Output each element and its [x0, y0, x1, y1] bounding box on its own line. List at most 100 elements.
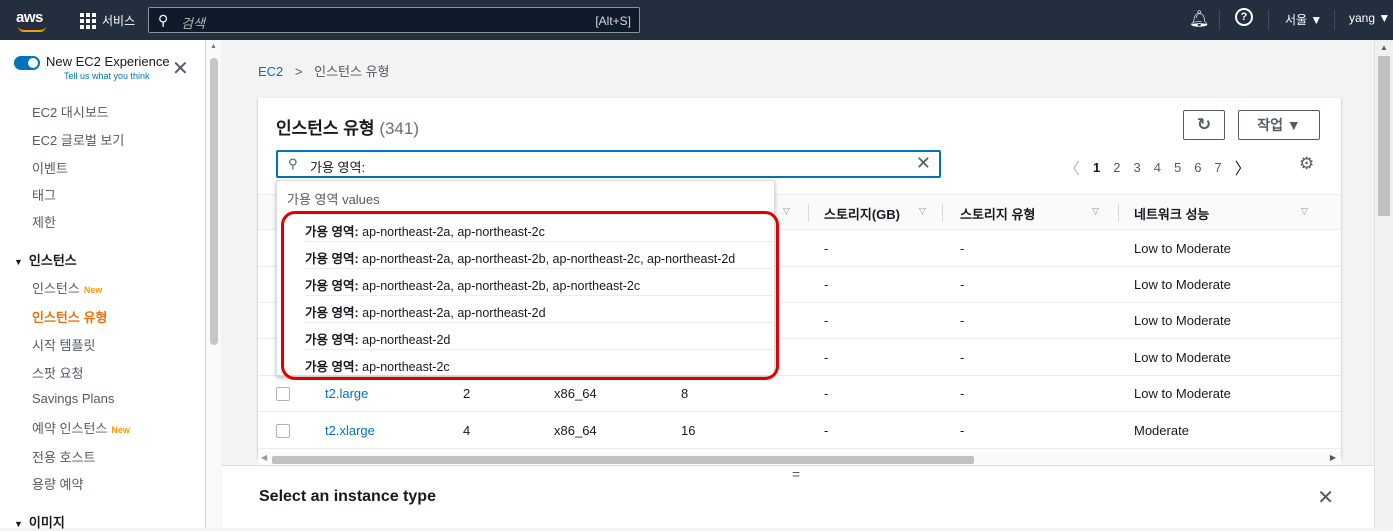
page-7[interactable]: 7 [1214, 160, 1221, 175]
aws-logo-text: aws [16, 9, 43, 26]
cell-storage: - [824, 277, 829, 292]
cell-vcpu: 4 [463, 423, 471, 438]
actions-button[interactable]: 작업 ▼ [1238, 110, 1320, 140]
sidebar-section-images[interactable]: ▼ 이미지 [14, 512, 65, 531]
cell-memory: 16 [681, 423, 696, 438]
dropdown-header: 가용 영역 values [287, 192, 380, 207]
cell-storage-type: - [960, 313, 965, 328]
sidebar-scrollbar-thumb[interactable] [210, 58, 218, 345]
row-checkbox[interactable] [276, 424, 290, 438]
column-header-network-performance[interactable]: 네트워크 성능 [1134, 204, 1209, 223]
sort-icon[interactable]: ▽ [919, 206, 926, 217]
sidebar-item-capacity-reservations[interactable]: 용량 예약 [32, 474, 83, 493]
next-page-icon[interactable]: 〉 [1235, 155, 1251, 179]
property-filter-input[interactable]: ⚲ 가용 영역: ✕ [276, 150, 941, 178]
cell-network: Low to Moderate [1134, 313, 1231, 328]
page-5[interactable]: 5 [1174, 160, 1181, 175]
actions-label: 작업 ▼ [1257, 117, 1301, 133]
sidebar-item-reserved-instances[interactable]: 예약 인스턴스 New [32, 418, 130, 437]
sidebar-item-limits[interactable]: 제한 [32, 212, 56, 231]
cell-network: Low to Moderate [1134, 241, 1231, 256]
page-4[interactable]: 4 [1154, 160, 1161, 175]
column-header-storage-gb[interactable]: 스토리지(GB) [824, 204, 900, 223]
cell-instance-type-link[interactable]: t2.large [325, 386, 368, 401]
close-icon[interactable]: ✕ [1317, 485, 1334, 510]
resize-handle[interactable]: = [792, 466, 800, 482]
cell-vcpu: 2 [463, 386, 471, 401]
search-shortcut: [Alt+S] [595, 14, 631, 28]
breadcrumb-ec2-link[interactable]: EC2 [258, 64, 283, 79]
prev-page-icon[interactable]: 〈 [1064, 155, 1080, 179]
sidebar-item-global-view[interactable]: EC2 글로벌 보기 [32, 130, 124, 149]
page-2[interactable]: 2 [1113, 160, 1120, 175]
sidebar-item-dedicated-hosts[interactable]: 전용 호스트 [32, 447, 95, 466]
table-row[interactable]: t2.xlarge 4 x86_64 16 - - Moderate [258, 412, 1341, 449]
services-label: 서비스 [102, 14, 136, 28]
item-count: (341) [379, 119, 419, 138]
cell-storage-type: - [960, 423, 965, 438]
column-header-storage-type[interactable]: 스토리지 유형 [960, 204, 1035, 223]
cell-storage: - [824, 423, 829, 438]
split-panel-title: Select an instance type [259, 488, 436, 505]
cell-network: Low to Moderate [1134, 386, 1231, 401]
highlight-annotation [281, 211, 779, 380]
cell-network: Low to Moderate [1134, 277, 1231, 292]
services-menu-button[interactable]: 서비스 [80, 12, 135, 29]
page-scrollbar-thumb[interactable] [1378, 56, 1390, 216]
sidebar-item-instance-types[interactable]: 인스턴스 유형 [32, 307, 107, 326]
help-icon[interactable]: ? [1235, 8, 1253, 26]
gear-icon[interactable]: ⚙ [1299, 154, 1314, 174]
cell-storage-type: - [960, 386, 965, 401]
page-1[interactable]: 1 [1093, 160, 1100, 175]
sidebar-item-label: 인스턴스 [32, 281, 80, 296]
page-scrollbar[interactable]: ▲ [1374, 40, 1393, 528]
refresh-icon: ↻ [1196, 115, 1212, 134]
sidebar-section-label: 인스턴스 [28, 253, 77, 268]
sidebar-item-tags[interactable]: 태그 [32, 185, 56, 204]
new-badge: New [83, 285, 103, 295]
scroll-up-icon[interactable]: ▲ [1380, 43, 1388, 52]
page-6[interactable]: 6 [1194, 160, 1201, 175]
global-search-input[interactable]: ⚲ 검색 [Alt+S] [148, 7, 640, 33]
page-3[interactable]: 3 [1133, 160, 1140, 175]
sidebar-item-instances[interactable]: 인스턴스 New [32, 278, 102, 297]
scroll-left-icon[interactable]: ◀ [261, 453, 267, 462]
row-checkbox[interactable] [276, 387, 290, 401]
sidebar-section-instances[interactable]: ▼ 인스턴스 [14, 250, 77, 269]
sidebar-item-savings-plans[interactable]: Savings Plans [32, 391, 114, 406]
sidebar-scrollbar[interactable]: ▲ [207, 40, 221, 528]
sidebar-item-dashboard[interactable]: EC2 대시보드 [32, 102, 109, 121]
scroll-up-icon[interactable]: ▲ [210, 43, 217, 50]
account-menu[interactable]: yang ▼ [1349, 11, 1390, 25]
sort-icon[interactable]: ▽ [783, 206, 790, 217]
close-icon[interactable]: ✕ [172, 56, 189, 81]
cell-storage-type: - [960, 241, 965, 256]
sort-icon[interactable]: ▽ [1092, 206, 1099, 217]
horizontal-scrollbar-thumb[interactable] [272, 456, 974, 464]
clear-filter-icon[interactable]: ✕ [916, 153, 931, 174]
cell-architecture: x86_64 [554, 386, 597, 401]
search-placeholder: 검색 [181, 16, 205, 31]
sidebar-item-events[interactable]: 이벤트 [32, 158, 68, 177]
sidebar-item-label: 예약 인스턴스 [32, 421, 108, 436]
sidebar: New EC2 Experience Tell us what you thin… [0, 40, 206, 531]
cell-architecture: x86_64 [554, 423, 597, 438]
table-row[interactable]: t2.large 2 x86_64 8 - - Low to Moderate [258, 375, 1341, 412]
table-horizontal-scrollbar[interactable]: ◀ ▶ [258, 452, 1341, 466]
region-selector[interactable]: 서울 ▼ [1285, 11, 1322, 28]
sort-icon[interactable]: ▽ [1301, 206, 1308, 217]
aws-smile-icon [18, 26, 46, 32]
sidebar-item-launch-templates[interactable]: 시작 템플릿 [32, 335, 95, 354]
cell-instance-type-link[interactable]: t2.xlarge [325, 423, 375, 438]
feedback-link[interactable]: Tell us what you think [64, 71, 150, 81]
refresh-button[interactable]: ↻ [1183, 110, 1225, 140]
search-icon: ⚲ [288, 156, 298, 171]
new-experience-toggle[interactable] [14, 56, 40, 70]
page-title: 인스턴스 유형 (341) [276, 114, 419, 139]
sidebar-item-spot-requests[interactable]: 스팟 요청 [32, 363, 83, 382]
cell-storage: - [824, 350, 829, 365]
aws-logo[interactable]: aws [16, 9, 46, 32]
split-panel: = Select an instance type ✕ [222, 465, 1374, 528]
bell-icon[interactable]: 🔔︎ [1189, 9, 1209, 29]
scroll-right-icon[interactable]: ▶ [1330, 453, 1336, 462]
